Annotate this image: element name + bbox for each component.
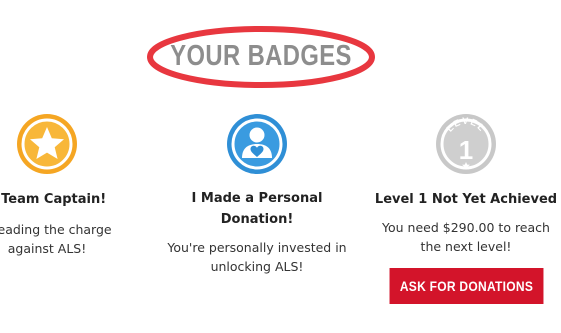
level-number: 1 [459, 135, 473, 165]
badge-title-line: a Team Captain! [0, 192, 107, 207]
badge-description: You need $290.00 to reach the next level… [366, 218, 561, 256]
badge-team-captain: a Team Captain! e leading the charge aga… [0, 112, 147, 258]
star-icon [17, 114, 77, 174]
badge-description: e leading the charge against ALS! [0, 220, 147, 258]
badge-description-line: the next level! [420, 239, 512, 254]
badge-description: You're personally invested in unlocking … [157, 238, 357, 276]
level-1-icon: LEVEL 1 [436, 114, 496, 174]
badge-title-line: Level 1 Not Yet Achieved [374, 192, 558, 207]
badges-header: YOUR BADGES [145, 24, 377, 90]
badge-description-line: e leading the charge [0, 222, 112, 237]
badge-personal-donation: I Made a Personal Donation! You're perso… [157, 112, 357, 276]
ask-for-donations-button[interactable]: ASK FOR DONATIONS [389, 268, 543, 304]
badge-title: Level 1 Not Yet Achieved [366, 190, 561, 210]
badge-description-line: You're personally invested in [167, 240, 347, 255]
badge-title-line: I Made a Personal [191, 191, 323, 206]
badge-title-line: Donation! [220, 212, 294, 227]
badge-title: I Made a Personal Donation! [157, 188, 357, 230]
badge-title: a Team Captain! [0, 190, 147, 210]
badge-description-line: unlocking ALS! [210, 259, 304, 274]
badge-level-1: LEVEL 1 Level 1 Not Yet Achieved You nee… [366, 112, 561, 304]
page-title: YOUR BADGES [170, 40, 352, 72]
person-heart-icon [227, 114, 287, 174]
badge-description-line: You need $290.00 to reach [382, 220, 550, 235]
badge-description-line: against ALS! [7, 241, 87, 256]
